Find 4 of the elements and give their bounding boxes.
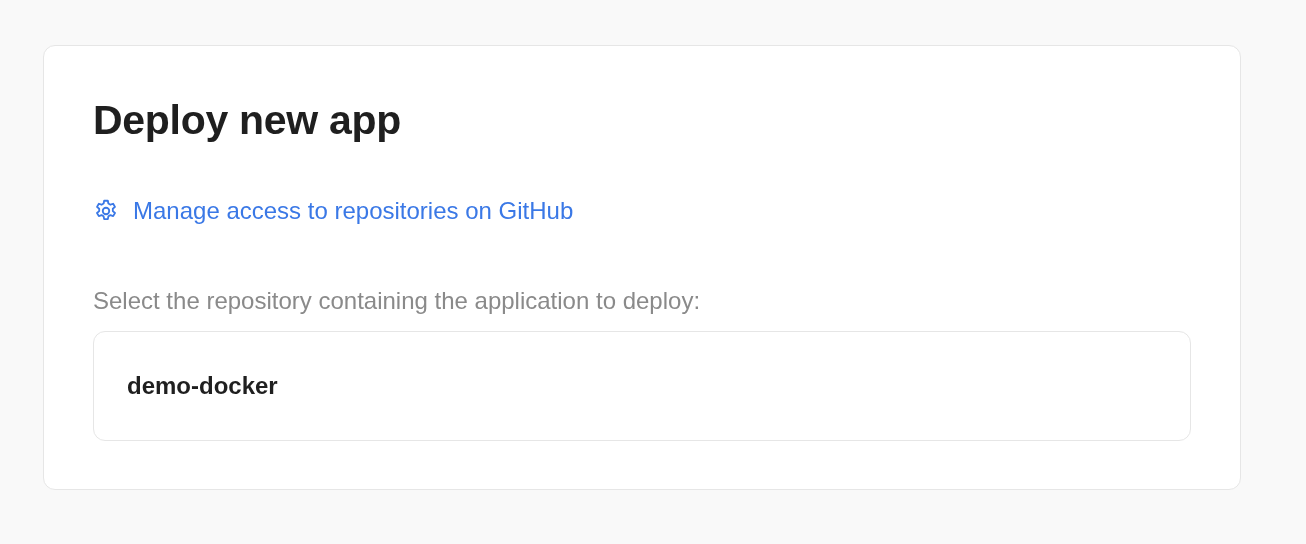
page-title: Deploy new app (93, 96, 402, 145)
repository-prompt: Select the repository containing the application to deploy: (93, 286, 702, 317)
repository-item[interactable]: demo-docker (93, 331, 1191, 442)
manage-access-link[interactable]: Manage access to repositories on GitHub (93, 193, 574, 230)
